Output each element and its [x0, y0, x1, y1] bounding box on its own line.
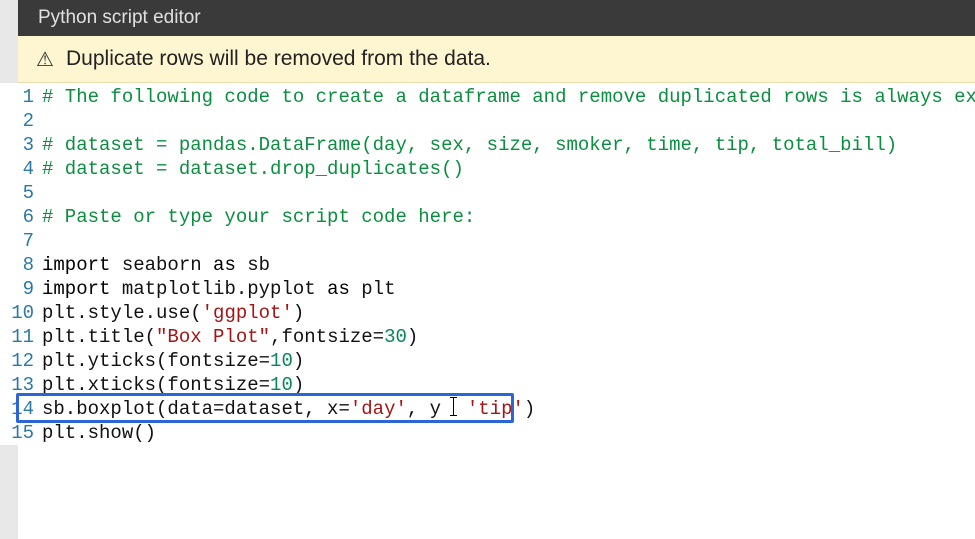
code-content[interactable]: plt.show() — [42, 421, 975, 445]
editor-header: Python script editor — [0, 0, 975, 36]
line-number: 10 — [0, 301, 42, 325]
code-content[interactable]: # dataset = pandas.DataFrame(day, sex, s… — [42, 133, 975, 157]
code-line[interactable]: 10plt.style.use('ggplot') — [0, 301, 975, 325]
code-line[interactable]: 3# dataset = pandas.DataFrame(day, sex, … — [0, 133, 975, 157]
code-line[interactable]: 6# Paste or type your script code here: — [0, 205, 975, 229]
warning-icon — [38, 51, 56, 67]
line-number: 2 — [0, 109, 42, 133]
code-line[interactable]: 15plt.show() — [0, 421, 975, 445]
code-line[interactable]: 2 — [0, 109, 975, 133]
line-number: 7 — [0, 229, 42, 253]
line-number: 5 — [0, 181, 42, 205]
code-content[interactable]: # dataset = dataset.drop_duplicates() — [42, 157, 975, 181]
code-line[interactable]: 7 — [0, 229, 975, 253]
line-number: 11 — [0, 325, 42, 349]
code-content[interactable]: plt.style.use('ggplot') — [42, 301, 975, 325]
line-number: 9 — [0, 277, 42, 301]
code-line[interactable]: 12plt.yticks(fontsize=10) — [0, 349, 975, 373]
line-number: 1 — [0, 85, 42, 109]
code-line[interactable]: 8import seaborn as sb — [0, 253, 975, 277]
code-line[interactable]: 5 — [0, 181, 975, 205]
highlight-box — [16, 393, 514, 423]
warning-bar: Duplicate rows will be removed from the … — [0, 36, 975, 83]
line-number: 15 — [0, 421, 42, 445]
code-content[interactable]: import matplotlib.pyplot as plt — [42, 277, 975, 301]
line-number: 4 — [0, 157, 42, 181]
code-content[interactable]: # The following code to create a datafra… — [42, 85, 975, 109]
line-number: 6 — [0, 205, 42, 229]
code-line[interactable]: 9import matplotlib.pyplot as plt — [0, 277, 975, 301]
code-content[interactable]: plt.title("Box Plot",fontsize=30) — [42, 325, 975, 349]
code-editor[interactable]: 1# The following code to create a datafr… — [0, 83, 975, 445]
code-line[interactable]: 4# dataset = dataset.drop_duplicates() — [0, 157, 975, 181]
line-number: 3 — [0, 133, 42, 157]
warning-text: Duplicate rows will be removed from the … — [66, 47, 491, 71]
line-number: 12 — [0, 349, 42, 373]
code-content[interactable]: # Paste or type your script code here: — [42, 205, 975, 229]
code-line[interactable]: 11plt.title("Box Plot",fontsize=30) — [0, 325, 975, 349]
code-line[interactable]: 1# The following code to create a datafr… — [0, 85, 975, 109]
code-content[interactable]: plt.yticks(fontsize=10) — [42, 349, 975, 373]
line-number: 8 — [0, 253, 42, 277]
editor-title: Python script editor — [38, 7, 201, 28]
code-content[interactable]: import seaborn as sb — [42, 253, 975, 277]
